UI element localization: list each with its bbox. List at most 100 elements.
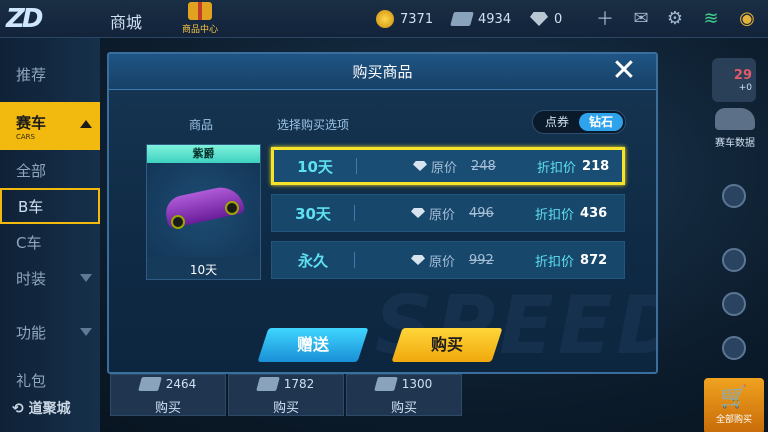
list-item[interactable]: 1782 购买: [228, 374, 344, 416]
item-price: 1300: [401, 377, 433, 391]
toggle-coupon[interactable]: 点券: [535, 113, 579, 131]
race-data-label: 赛车数据: [715, 138, 755, 149]
product-duration: 10天: [189, 263, 218, 277]
rotate-icon[interactable]: [722, 336, 746, 360]
item-buy-button[interactable]: 购买: [347, 397, 461, 416]
sidebar-item-b-cars[interactable]: B车: [0, 188, 100, 224]
gift-center-label: 商品中心: [181, 25, 218, 35]
game-logo: ZD: [6, 4, 43, 34]
sidebar-item-label: C车: [16, 233, 42, 252]
buy-button[interactable]: 购买: [391, 328, 503, 362]
wifi-icon: ≋: [703, 7, 719, 29]
ticket-icon: [450, 12, 474, 26]
product-card: 紫爵 10天: [146, 144, 261, 280]
gem-icon: [530, 12, 548, 26]
option-30-days[interactable]: 30天 原价 496 折扣价 436: [271, 194, 625, 232]
goods-label: 商品: [189, 118, 214, 132]
gem-counter: 0: [530, 9, 562, 29]
garage-icon[interactable]: [722, 292, 746, 316]
ticket-value: 4934: [478, 11, 512, 27]
wheel-icon: [225, 201, 239, 215]
sidebar-item-label: 全部: [16, 161, 47, 180]
item-buy-button[interactable]: 购买: [229, 397, 343, 416]
right-toolbar: 29 +0 赛车数据 🛒 全部购买: [700, 38, 768, 432]
gift-center-button[interactable]: 商品中心: [178, 2, 222, 36]
shop-title: 商城: [110, 13, 143, 32]
sidebar-item-label: 推荐: [16, 65, 47, 84]
sidebar-item-cars[interactable]: 赛车 CARS: [0, 102, 100, 150]
divider: [354, 205, 355, 221]
sidebar-item-recommend[interactable]: 推荐: [0, 56, 100, 92]
original-price: 992: [469, 252, 494, 268]
gift-button[interactable]: 赠送: [257, 328, 369, 362]
cart-icon: 🛒: [720, 385, 748, 410]
discount-price-label: 折扣价: [535, 254, 575, 270]
sidebar-item-function[interactable]: 功能: [0, 314, 100, 350]
sidebar-item-sublabel: CARS: [16, 132, 35, 141]
sidebar-item-label: 赛车: [16, 113, 47, 132]
friends-mail-icon[interactable]: ✉: [630, 7, 652, 29]
outfit-button[interactable]: 29 +0: [712, 58, 756, 102]
discount-price-label: 折扣价: [537, 160, 577, 176]
coin-counter: 7371: [376, 9, 433, 29]
collapse-arrow-icon: [80, 120, 92, 128]
brand-link[interactable]: ⟲ 道聚城: [12, 398, 71, 418]
gift-icon: [188, 2, 212, 20]
close-icon[interactable]: ✕: [610, 56, 638, 86]
dialog-title-text: 购买商品: [352, 63, 413, 81]
add-currency-icon[interactable]: ＋: [594, 7, 616, 30]
sidebar-item-label: B车: [18, 197, 44, 216]
product-name: 紫爵: [147, 145, 260, 163]
options-label: 选择购买选项: [277, 118, 350, 132]
option-permanent[interactable]: 永久 原价 992 折扣价 872: [271, 241, 625, 279]
item-buy-button[interactable]: 购买: [111, 397, 225, 416]
item-price: 1782: [283, 377, 315, 391]
list-item[interactable]: 2464 购买: [110, 374, 226, 416]
sidebar-item-fashion[interactable]: 时装: [0, 260, 100, 296]
discount-price: 218: [582, 158, 610, 174]
ticket-icon: [373, 377, 398, 391]
sidebar-item-gift-pack[interactable]: 礼包: [0, 368, 100, 392]
buy-all-button[interactable]: 🛒 全部购买: [704, 378, 764, 432]
race-data-button[interactable]: 赛车数据: [706, 108, 764, 149]
ticket-icon: [137, 377, 162, 391]
original-price-label: 原价: [431, 160, 458, 176]
sidebar-item-label: 时装: [16, 269, 47, 288]
option-days: 10天: [297, 157, 333, 176]
discount-price-label: 折扣价: [535, 207, 575, 223]
divider: [356, 158, 357, 174]
buy-button-label: 购买: [430, 335, 463, 354]
list-item[interactable]: 1300 购买: [346, 374, 462, 416]
discount-price: 436: [580, 205, 608, 221]
original-price-label: 原价: [429, 254, 456, 270]
option-days: 永久: [297, 251, 328, 270]
coin-value: 7371: [400, 11, 434, 27]
original-price: 248: [471, 158, 496, 174]
currency-toggle[interactable]: 点券 钻石: [532, 110, 626, 134]
ticket-counter: 4934: [450, 9, 512, 29]
brand-label: 道聚城: [28, 401, 71, 417]
outfit-bonus: +0: [738, 83, 752, 93]
sidebar-item-c-cars[interactable]: C车: [0, 224, 100, 260]
expand-arrow-icon: [80, 274, 92, 282]
original-price: 496: [469, 205, 494, 221]
car-icon: [715, 108, 755, 130]
top-bar: ZD 商城 商品中心 7371 4934 0 ＋ ✉ ⚙ ≋ ◉: [0, 0, 768, 38]
category-sidebar: 推荐 赛车 CARS 全部 B车 C车 时装 功能 礼包: [0, 38, 100, 432]
divider: [354, 252, 355, 268]
character-icon[interactable]: [722, 248, 746, 272]
item-price: 2464: [165, 377, 197, 391]
sidebar-item-label: 功能: [16, 323, 47, 342]
discount-price: 872: [580, 252, 608, 268]
gender-icon[interactable]: [722, 184, 746, 208]
gem-value: 0: [554, 11, 563, 27]
sidebar-item-all[interactable]: 全部: [0, 152, 100, 188]
toggle-diamond[interactable]: 钻石: [579, 113, 623, 131]
gift-button-label: 赠送: [296, 335, 329, 354]
option-days: 30天: [295, 204, 331, 223]
purchase-dialog: SPEED 购买商品 ✕ 商品 选择购买选项 点券 钻石 紫爵 10天 10天 …: [107, 52, 658, 374]
settings-gear-icon[interactable]: ⚙: [664, 7, 686, 29]
diamond-icon: [411, 255, 425, 265]
ticket-icon: [255, 377, 280, 391]
option-10-days[interactable]: 10天 原价 248 折扣价 218: [271, 147, 625, 185]
